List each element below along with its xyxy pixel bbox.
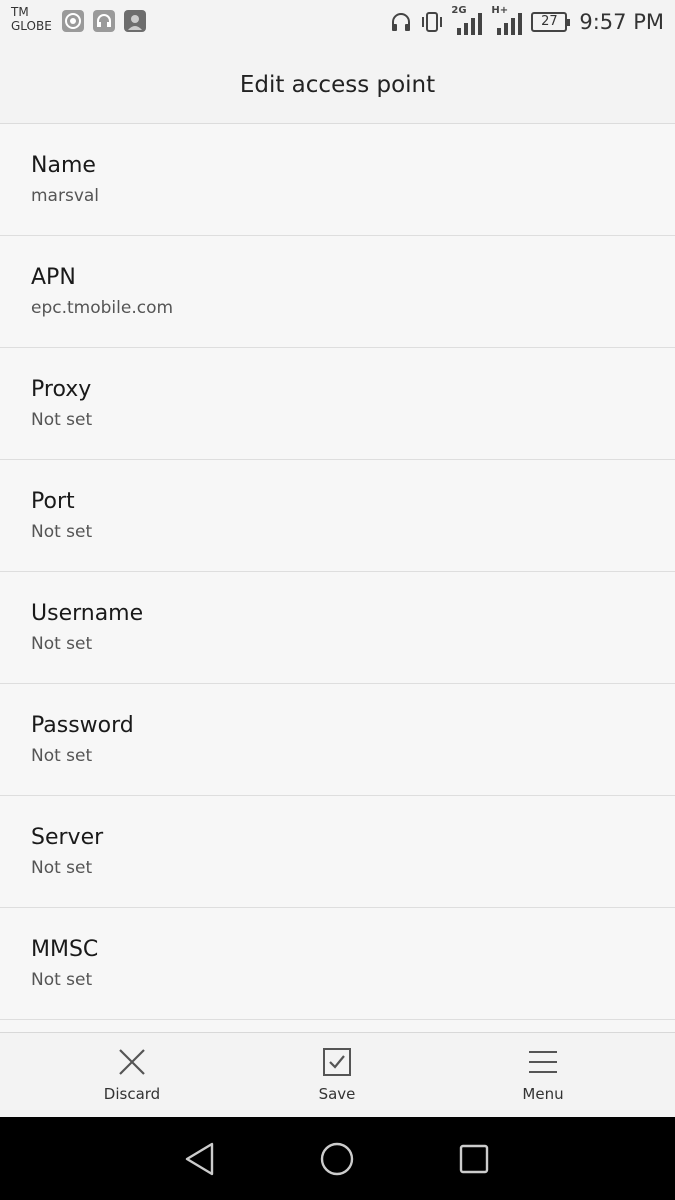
field-label: Server (31, 825, 104, 850)
field-value: Not set (31, 858, 93, 878)
notification-icons (62, 10, 146, 32)
status-clock: 9:57 PM (579, 10, 664, 34)
apn-field-mmsc[interactable]: MMSC Not set (0, 908, 675, 1020)
apn-field-username[interactable]: Username Not set (0, 572, 675, 684)
field-value: epc.tmobile.com (31, 298, 174, 318)
battery-indicator: 27 (531, 12, 571, 32)
carrier-line2: GLOBE (11, 19, 52, 33)
menu-label: Menu (522, 1085, 564, 1103)
field-value: Not set (31, 970, 93, 990)
discard-label: Discard (103, 1085, 161, 1103)
field-label: Proxy (31, 377, 92, 402)
save-button[interactable]: Save (267, 1033, 407, 1118)
field-label: APN (31, 265, 76, 290)
field-label: Name (31, 153, 96, 178)
apn-field-port[interactable]: Port Not set (0, 460, 675, 572)
bottom-action-bar: Discard Save Menu (0, 1032, 675, 1117)
field-label: MMSC (31, 937, 99, 962)
vibrate-icon (422, 12, 443, 32)
signal-hplus-icon: H+ (491, 5, 525, 37)
field-label: Port (31, 489, 75, 514)
close-icon (119, 1049, 145, 1075)
field-label: Password (31, 713, 134, 738)
nav-back-button[interactable] (182, 1139, 222, 1179)
system-navigation-bar (0, 1117, 675, 1200)
hamburger-menu-icon (529, 1051, 557, 1073)
title-bar: Edit access point (0, 46, 675, 124)
headset-notification-icon (93, 10, 115, 32)
apn-field-name[interactable]: Name marsval (0, 124, 675, 236)
apn-field-server[interactable]: Server Not set (0, 796, 675, 908)
carrier-line1: TM (11, 5, 29, 19)
apn-field-proxy[interactable]: Proxy Not set (0, 348, 675, 460)
nav-home-button[interactable] (317, 1139, 357, 1179)
apn-field-apn[interactable]: APN epc.tmobile.com (0, 236, 675, 348)
field-value: marsval (31, 186, 100, 206)
triangle-back-icon (185, 1142, 214, 1176)
photo-notification-icon (124, 10, 146, 32)
save-label: Save (318, 1085, 356, 1103)
square-recents-icon (459, 1144, 489, 1174)
field-value: Not set (31, 634, 93, 654)
headphones-icon (392, 13, 411, 31)
signal-2g-icon: 2G (451, 5, 485, 37)
field-value: Not set (31, 746, 93, 766)
discard-button[interactable]: Discard (62, 1033, 202, 1118)
app-notification-icon (62, 10, 84, 32)
field-label: Username (31, 601, 144, 626)
apn-field-password[interactable]: Password Not set (0, 684, 675, 796)
status-indicators: 2G H+ 27 9:57 PM (389, 5, 664, 38)
apn-settings-list[interactable]: Name marsval APN epc.tmobile.com Proxy N… (0, 124, 675, 1032)
menu-button[interactable]: Menu (473, 1033, 613, 1118)
field-value: Not set (31, 410, 93, 430)
field-value: Not set (31, 522, 93, 542)
checkbox-check-icon (323, 1048, 351, 1076)
carrier-label: TM GLOBE (11, 5, 61, 33)
page-title: Edit access point (239, 71, 436, 98)
circle-home-icon (320, 1142, 354, 1176)
status-bar: TM GLOBE 2G H+ 27 9:57 PM (0, 0, 675, 46)
nav-recents-button[interactable] (454, 1139, 494, 1179)
